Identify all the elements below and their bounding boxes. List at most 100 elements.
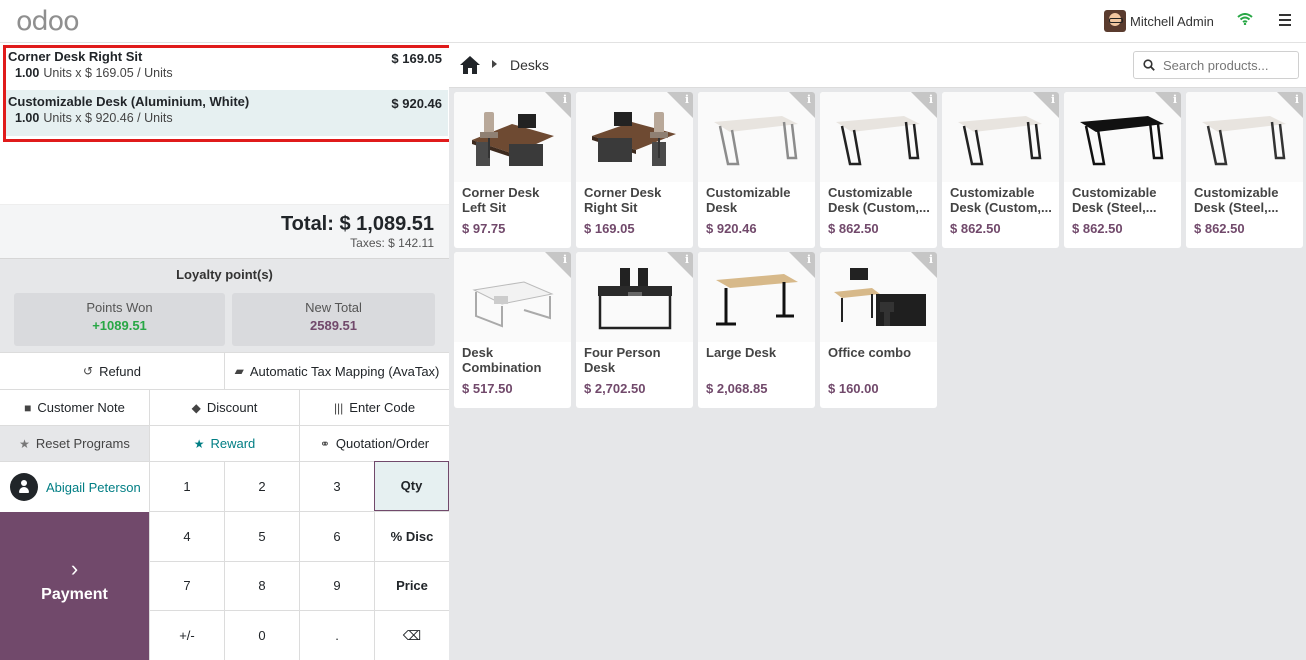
- info-corner: [545, 92, 571, 118]
- refund-button[interactable]: ↺ Refund: [0, 353, 225, 389]
- book-icon: ▰: [234, 364, 244, 378]
- chevron-right-icon: ›: [70, 556, 79, 581]
- numpad-discount-mode[interactable]: % Disc: [374, 510, 449, 561]
- product-card[interactable]: i Large Desk $ 2,068.85: [698, 252, 815, 408]
- product-price: $ 2,702.50: [584, 381, 646, 396]
- numpad-sign-toggle[interactable]: +/-: [149, 610, 224, 660]
- reward-button[interactable]: ★ Reward: [150, 426, 300, 461]
- product-card[interactable]: i Customizable Desk (Steel,... $ 862.50: [1064, 92, 1181, 248]
- new-total-box: New Total 2589.51: [232, 293, 435, 346]
- product-price: $ 97.75: [462, 221, 506, 236]
- customer-button[interactable]: Abigail Peterson: [0, 461, 149, 512]
- info-corner: [1033, 92, 1059, 118]
- numpad-key-decimal[interactable]: .: [299, 610, 374, 660]
- numpad-key-9[interactable]: 9: [299, 560, 374, 611]
- wifi-icon[interactable]: [1237, 13, 1253, 25]
- order-taxes: Taxes: $ 142.11: [350, 236, 434, 250]
- product-price: $ 2,068.85: [706, 381, 768, 396]
- product-search[interactable]: [1133, 51, 1299, 79]
- numpad-key-2[interactable]: 2: [224, 461, 299, 511]
- discount-label: Discount: [206, 400, 258, 415]
- product-price: $ 920.46: [706, 221, 757, 236]
- product-card[interactable]: i Customizable Desk (Custom,... $ 862.50: [942, 92, 1059, 248]
- numpad-key-3[interactable]: 3: [299, 461, 374, 511]
- numpad-backspace-icon[interactable]: ⌫: [374, 610, 449, 660]
- info-icon[interactable]: i: [685, 253, 689, 266]
- numpad-qty-mode[interactable]: Qty: [374, 461, 449, 511]
- numpad-price-mode[interactable]: Price: [374, 560, 449, 611]
- info-corner: [1155, 92, 1181, 118]
- new-total-value: 2589.51: [310, 318, 357, 333]
- info-icon[interactable]: i: [563, 253, 567, 266]
- discount-button[interactable]: ◆ Discount: [150, 390, 300, 425]
- numpad-key-7[interactable]: 7: [149, 560, 224, 611]
- info-icon[interactable]: i: [929, 93, 933, 106]
- undo-icon: ↺: [83, 364, 94, 378]
- info-icon[interactable]: i: [807, 253, 811, 266]
- points-won-box: Points Won +1089.51: [14, 293, 225, 346]
- tax-mapping-label: Automatic Tax Mapping (AvaTax): [249, 363, 440, 379]
- customer-note-button[interactable]: ■ Customer Note: [0, 390, 150, 425]
- info-icon[interactable]: i: [929, 253, 933, 266]
- product-card[interactable]: i Corner Desk Right Sit $ 169.05: [576, 92, 693, 248]
- customer-avatar-icon: [10, 473, 38, 501]
- info-corner: [789, 252, 815, 278]
- quotation-order-button[interactable]: ⚭ Quotation/Order: [300, 426, 449, 461]
- user-avatar: [1104, 10, 1126, 32]
- product-price: $ 862.50: [950, 221, 1001, 236]
- numpad-key-4[interactable]: 4: [149, 510, 224, 561]
- odoo-logo[interactable]: odoo: [16, 6, 80, 37]
- top-header: odoo Mitchell Admin: [0, 0, 1306, 43]
- info-corner: [789, 92, 815, 118]
- info-corner: [667, 92, 693, 118]
- numpad-key-0[interactable]: 0: [224, 610, 299, 660]
- info-icon[interactable]: i: [1295, 93, 1299, 106]
- info-corner: [1277, 92, 1303, 118]
- star-icon: ★: [193, 436, 205, 451]
- payment-label: Payment: [41, 586, 108, 603]
- enter-code-button[interactable]: ||| Enter Code: [300, 390, 449, 425]
- numpad-key-5[interactable]: 5: [224, 510, 299, 561]
- search-icon: [1143, 59, 1155, 71]
- product-card[interactable]: i Office combo $ 160.00: [820, 252, 937, 408]
- tax-mapping-button[interactable]: ▰ Automatic Tax Mapping (AvaTax): [225, 353, 449, 389]
- numpad-key-6[interactable]: 6: [299, 510, 374, 561]
- product-card[interactable]: i Four Person Desk $ 2,702.50: [576, 252, 693, 408]
- product-price: $ 517.50: [462, 381, 513, 396]
- product-card[interactable]: i Corner Desk Left Sit $ 97.75: [454, 92, 571, 248]
- info-icon[interactable]: i: [1051, 93, 1055, 106]
- caret-right-icon: [492, 60, 497, 68]
- product-name: Four Person Desk: [584, 345, 661, 375]
- enter-code-label: Enter Code: [349, 400, 416, 415]
- order-total: Total: $ 1,089.51: [280, 213, 434, 235]
- reward-label: Reward: [210, 436, 256, 451]
- order-panel: Corner Desk Right Sit $ 169.05 1.00 Units…: [0, 43, 453, 660]
- search-input[interactable]: [1163, 56, 1293, 74]
- product-name: Customizable Desk (Steel,...: [1194, 185, 1279, 215]
- info-icon[interactable]: i: [563, 93, 567, 106]
- info-corner: [911, 252, 937, 278]
- breadcrumb-category[interactable]: Desks: [510, 57, 549, 73]
- product-price: $ 169.05: [584, 221, 635, 236]
- loyalty-title: Loyalty point(s): [176, 267, 273, 282]
- control-row-2: ■ Customer Note ◆ Discount ||| Enter Code: [0, 389, 449, 425]
- control-row-3: ★ Reset Programs ★ Reward ⚭ Quotation/Order: [0, 425, 449, 461]
- product-card[interactable]: i Customizable Desk (Aluminiu... $ 920.4…: [698, 92, 815, 248]
- hamburger-menu-icon[interactable]: [1279, 14, 1291, 26]
- product-price: $ 862.50: [1072, 221, 1123, 236]
- payment-button[interactable]: › Payment: [0, 512, 149, 660]
- user-menu[interactable]: Mitchell Admin: [1104, 10, 1214, 32]
- product-card[interactable]: i Customizable Desk (Steel,... $ 862.50: [1186, 92, 1303, 248]
- home-icon[interactable]: [459, 55, 481, 75]
- info-icon[interactable]: i: [1173, 93, 1177, 106]
- link-icon: ⚭: [319, 436, 330, 451]
- info-icon[interactable]: i: [685, 93, 689, 106]
- points-won-value: +1089.51: [92, 318, 147, 333]
- product-card[interactable]: i Customizable Desk (Custom,... $ 862.50: [820, 92, 937, 248]
- quotation-label: Quotation/Order: [335, 436, 430, 451]
- reset-programs-button[interactable]: ★ Reset Programs: [0, 426, 150, 461]
- numpad-key-1[interactable]: 1: [149, 461, 224, 511]
- numpad-key-8[interactable]: 8: [224, 560, 299, 611]
- product-card[interactable]: i Desk Combination $ 517.50: [454, 252, 571, 408]
- info-icon[interactable]: i: [807, 93, 811, 106]
